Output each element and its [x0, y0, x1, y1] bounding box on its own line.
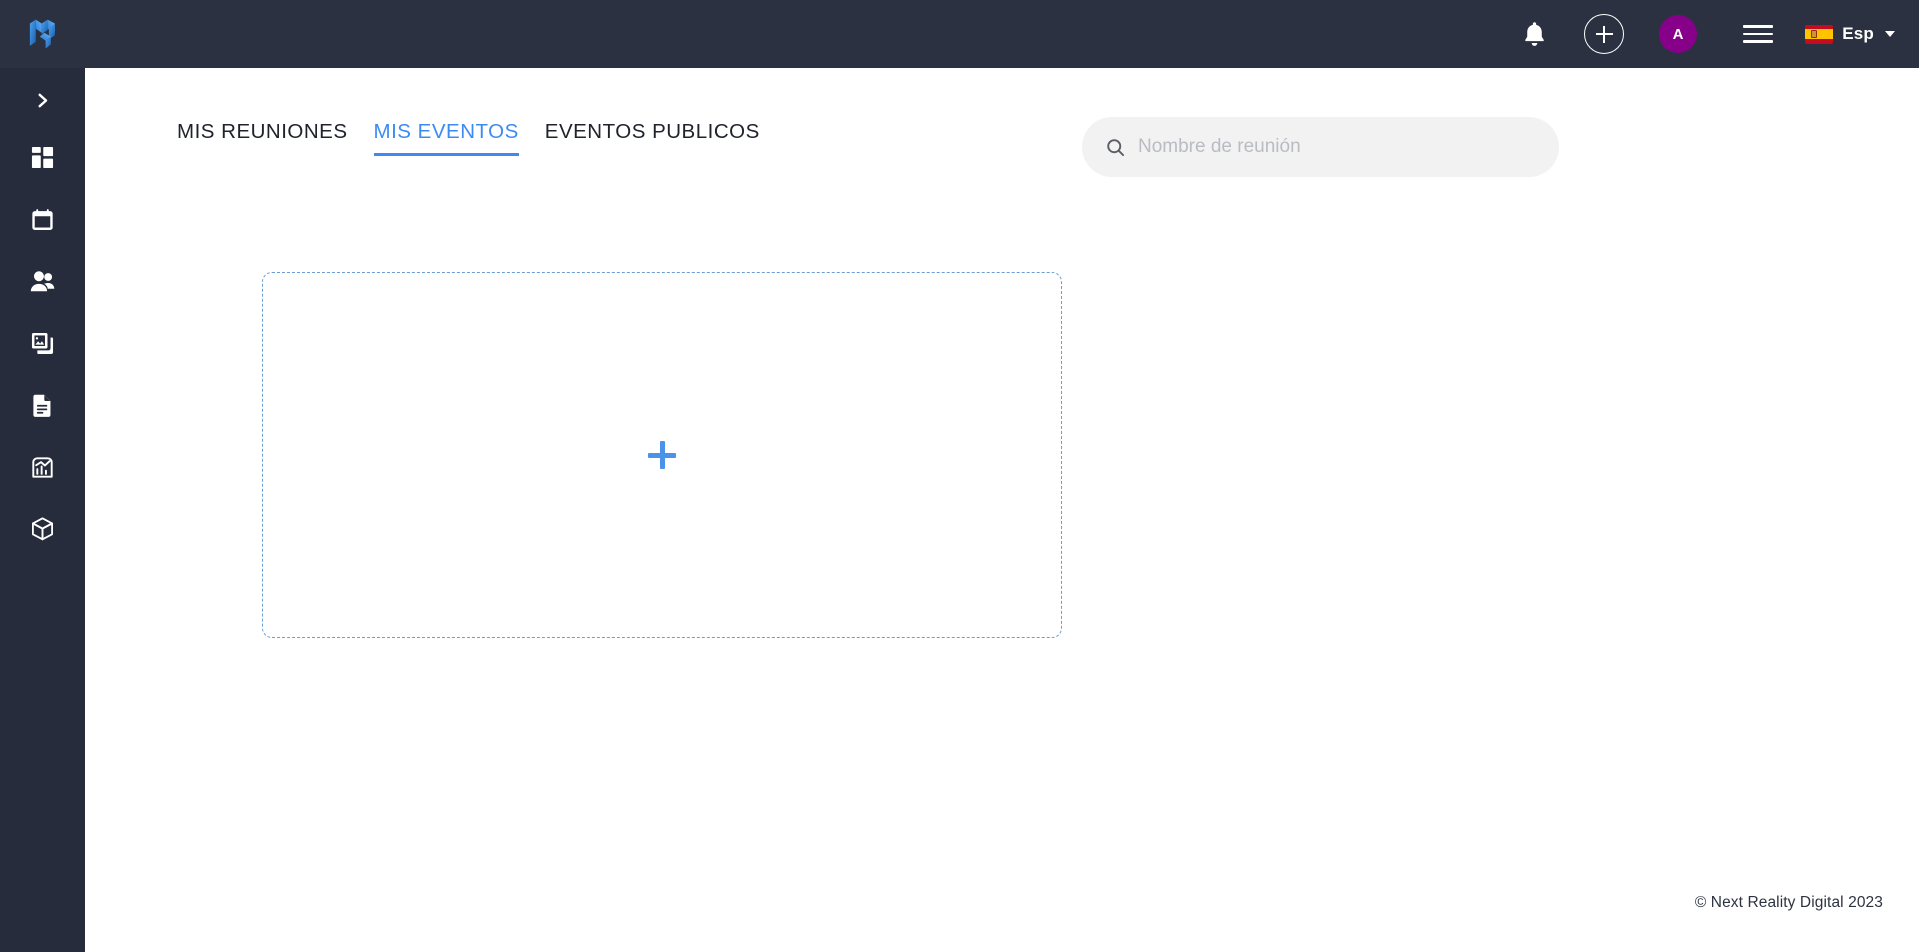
- spain-flag-icon: [1805, 24, 1834, 44]
- menu-toggle-button[interactable]: [1717, 0, 1799, 68]
- avatar: A: [1659, 15, 1698, 53]
- create-event-card[interactable]: [262, 272, 1062, 638]
- calendar-icon: [32, 208, 53, 230]
- content-header: MIS REUNIONES MIS EVENTOS EVENTOS PUBLIC…: [85, 68, 1919, 198]
- main-content: MIS REUNIONES MIS EVENTOS EVENTOS PUBLIC…: [85, 68, 1919, 952]
- chevron-right-icon: [38, 93, 48, 107]
- dashboard-grid-icon: [31, 146, 54, 168]
- sidebar-expand-toggle[interactable]: [0, 74, 85, 126]
- plus-circle-icon: [1584, 14, 1625, 54]
- tab-mis-reuniones[interactable]: MIS REUNIONES: [177, 120, 361, 156]
- search-bar[interactable]: [1082, 117, 1559, 177]
- document-icon: [33, 394, 51, 417]
- sidebar-item-users[interactable]: [0, 250, 85, 312]
- notifications-button[interactable]: [1499, 0, 1569, 68]
- gallery-image-icon: [31, 332, 54, 354]
- left-sidebar: [0, 68, 85, 952]
- plus-icon: [648, 441, 676, 469]
- sidebar-item-objects3d[interactable]: [0, 498, 85, 560]
- top-header-bar: A Esp: [0, 0, 1919, 68]
- next-reality-logo-icon: [29, 19, 55, 49]
- language-label: Esp: [1842, 24, 1874, 43]
- tab-bar: MIS REUNIONES MIS EVENTOS EVENTOS PUBLIC…: [177, 120, 773, 156]
- sidebar-item-gallery[interactable]: [0, 312, 85, 374]
- header-actions: A Esp: [1499, 0, 1919, 68]
- cube-3d-icon: [32, 517, 53, 541]
- sidebar-item-analytics[interactable]: [0, 436, 85, 498]
- bell-icon: [1522, 21, 1547, 48]
- hamburger-menu-icon: [1743, 20, 1774, 48]
- app-logo[interactable]: [0, 0, 85, 68]
- search-input[interactable]: [1138, 136, 1535, 158]
- footer-copyright: © Next Reality Digital 2023: [1694, 894, 1883, 911]
- tab-mis-eventos[interactable]: MIS EVENTOS: [361, 120, 532, 156]
- sidebar-item-documents[interactable]: [0, 374, 85, 436]
- search-icon: [1107, 138, 1125, 156]
- chart-analytics-icon: [32, 456, 53, 478]
- tab-eventos-publicos[interactable]: EVENTOS PUBLICOS: [532, 120, 773, 156]
- users-icon: [30, 270, 55, 291]
- sidebar-item-calendar[interactable]: [0, 188, 85, 250]
- user-profile-button[interactable]: A: [1639, 0, 1717, 68]
- chevron-down-icon: [1885, 31, 1895, 37]
- sidebar-item-dashboard[interactable]: [0, 126, 85, 188]
- language-selector[interactable]: Esp: [1799, 0, 1895, 68]
- create-new-button[interactable]: [1569, 0, 1639, 68]
